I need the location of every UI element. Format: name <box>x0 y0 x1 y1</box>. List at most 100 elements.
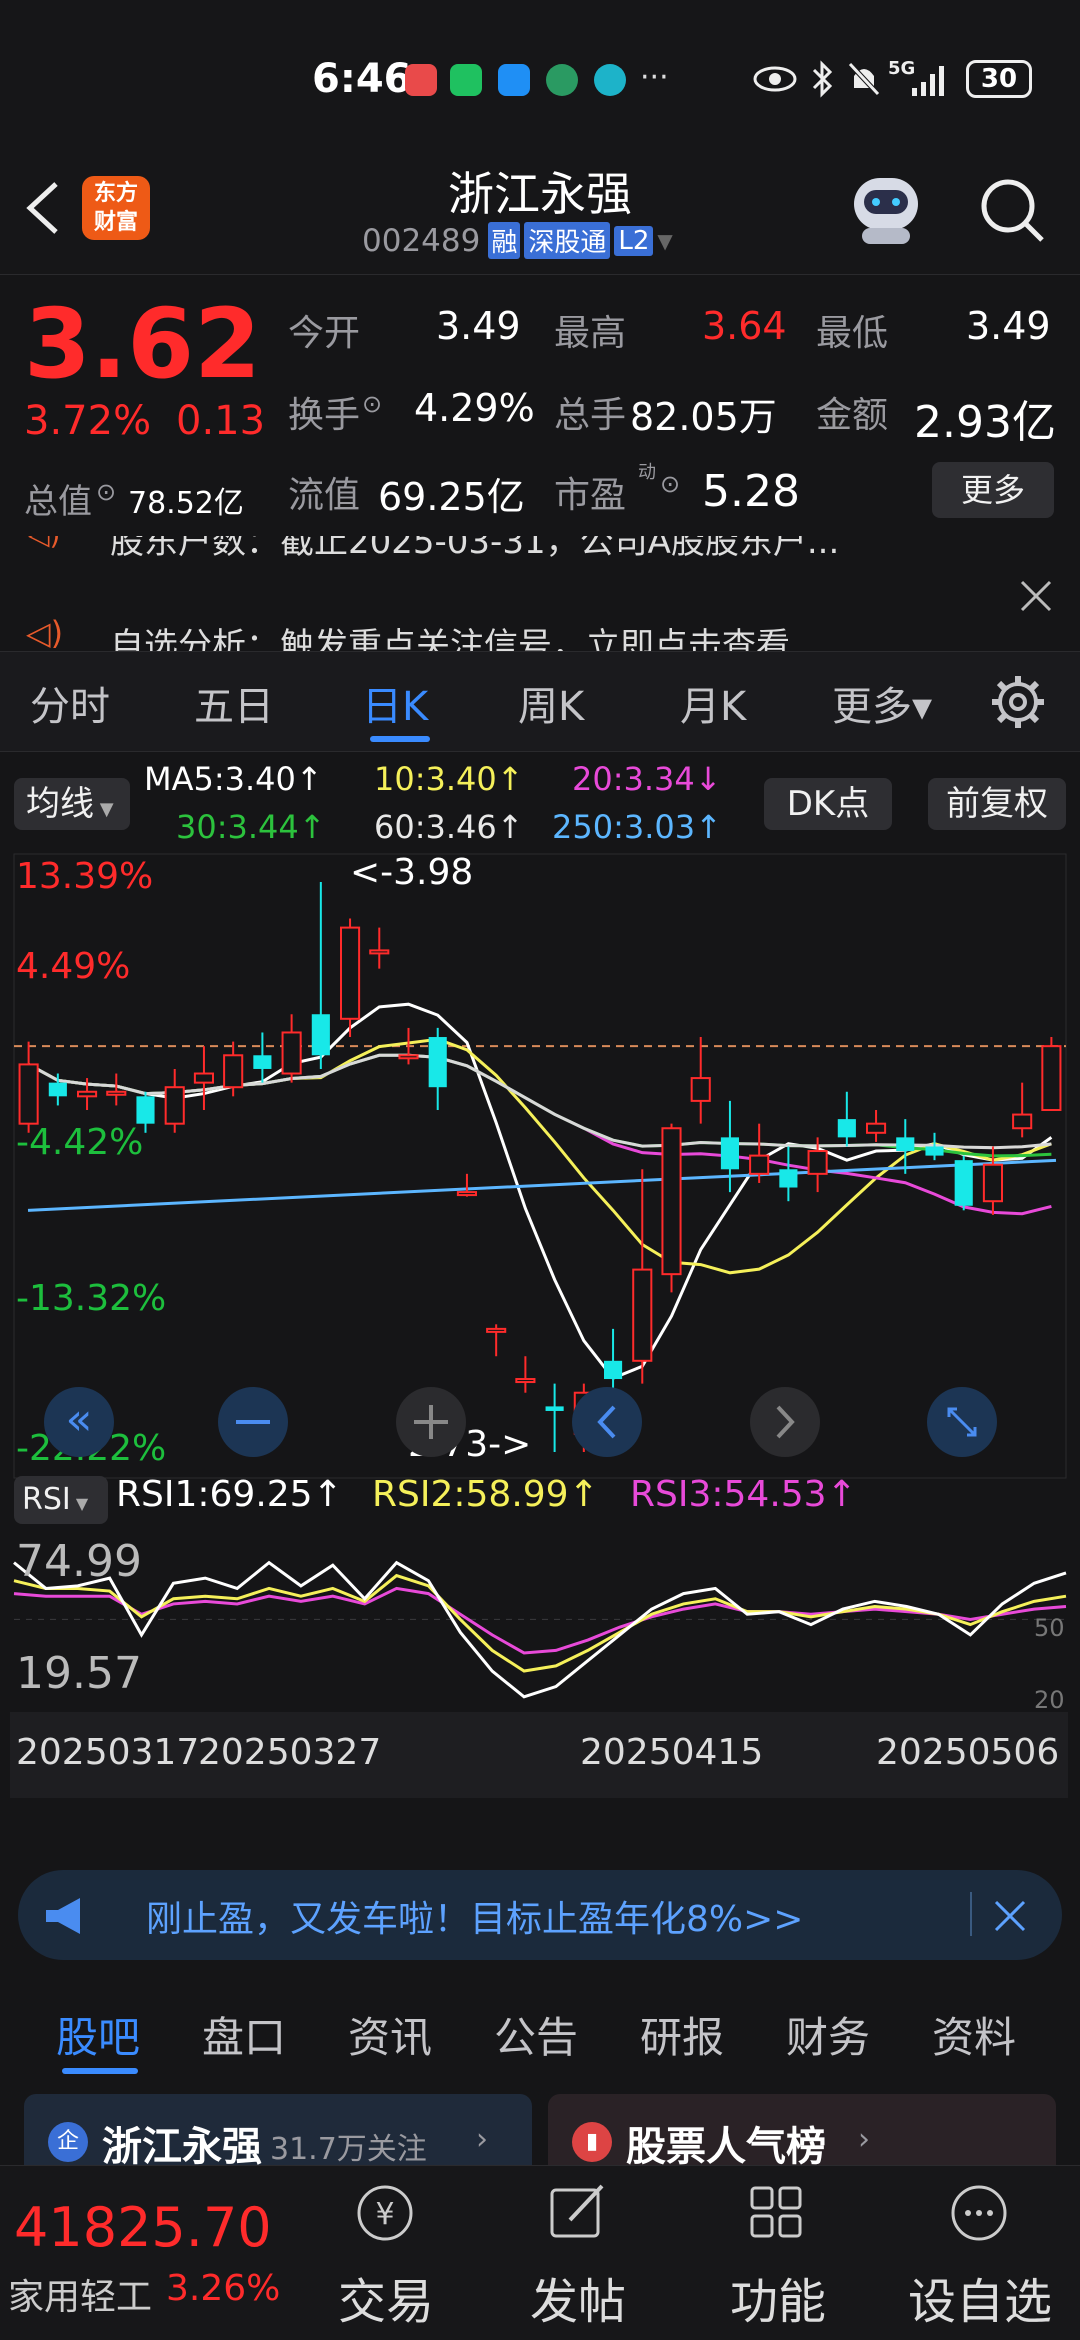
rsi-right-50: 50 <box>1034 1614 1065 1642</box>
svg-text:¥: ¥ <box>375 2197 394 2232</box>
close-icon[interactable] <box>1018 578 1054 614</box>
candle-body <box>837 1119 856 1138</box>
y-label-4: -13.32% <box>16 1278 167 1319</box>
amount-value: 2.93亿 <box>914 397 1056 448</box>
fullscreen-icon[interactable] <box>927 1387 997 1457</box>
rsi2-label: RSI2:58.99↑ <box>372 1474 599 1515</box>
rsi-chart[interactable] <box>0 1534 1080 1709</box>
index-value[interactable]: 41825.70 <box>14 2196 272 2259</box>
zoom-out-icon[interactable] <box>218 1387 288 1457</box>
quote-panel: 3.62 3.72% 0.13 总值 ⊙ 78.52亿 今开 3.49 最高 3… <box>0 276 1080 536</box>
pe-dynamic-marker: 动 <box>638 462 656 483</box>
rsi1-line <box>13 1560 1067 1699</box>
search-icon[interactable] <box>978 176 1048 246</box>
zoom-in-icon[interactable] <box>396 1387 466 1457</box>
candle-body <box>223 1054 244 1089</box>
more-button[interactable]: 更多 <box>932 462 1054 518</box>
tab-five-day[interactable]: 五日 <box>194 674 274 732</box>
candle-body <box>456 1191 478 1197</box>
tab-research[interactable]: 研报 <box>640 2004 724 2065</box>
candle-body <box>865 1122 887 1134</box>
ma-selector-label: 均线 <box>26 784 94 824</box>
stock-code: 002489 <box>362 222 481 259</box>
chevron-right-icon: › <box>858 2122 870 2157</box>
candle-body <box>1012 1113 1033 1130</box>
x-label-2: 20250327 <box>198 1732 382 1773</box>
robot-assistant-icon[interactable] <box>846 170 926 248</box>
promo-cards: 企 浙江永强 31.7万关注 › ▮ 股票人气榜 › <box>0 2080 1080 2184</box>
rsi1-label: RSI1:69.25↑ <box>116 1474 343 1515</box>
tab-news[interactable]: 资讯 <box>348 2004 432 2065</box>
rewind-icon[interactable]: « <box>44 1387 114 1457</box>
trade-label: 交易 <box>337 2274 434 2330</box>
add-watchlist-label: 设自选 <box>907 2274 1052 2330</box>
low-value: 3.49 <box>966 304 1051 348</box>
notice-text-2[interactable]: 自选分析：触发重点关注信号，立即点击查看 <box>110 618 790 651</box>
stock-code-row: 002489 融 深股通 L2 ▼ <box>362 222 673 259</box>
post-button[interactable]: 发帖 <box>518 2178 638 2338</box>
dropdown-icon[interactable]: ▼ <box>657 229 672 253</box>
function-label: 功能 <box>729 2274 826 2330</box>
tab-daily-k[interactable]: 日K <box>362 674 428 732</box>
tab-order-book[interactable]: 盘口 <box>202 2004 286 2065</box>
close-banner-icon[interactable] <box>992 1898 1028 1934</box>
tab-more[interactable]: 更多▾ <box>832 674 932 732</box>
candle-body <box>253 1055 272 1069</box>
info-icon[interactable]: ⊙ <box>96 478 116 506</box>
tab-profile[interactable]: 资料 <box>932 2004 1016 2065</box>
candle-body <box>339 926 361 1020</box>
add-watchlist-button[interactable]: 设自选 <box>900 2178 1060 2338</box>
candle-body <box>515 1378 536 1384</box>
candle-body <box>48 1082 67 1097</box>
candle-body <box>76 1090 98 1098</box>
rsi3-label: RSI3:54.53↑ <box>630 1474 857 1515</box>
ma60-label: 60:3.46↑ <box>374 808 524 846</box>
candle-body <box>690 1077 711 1102</box>
step-left-icon[interactable] <box>572 1387 642 1457</box>
function-button[interactable]: 功能 <box>718 2178 838 2338</box>
enterprise-icon: 企 <box>48 2122 88 2162</box>
ma250-label: 250:3.03↑ <box>552 808 722 846</box>
step-right-icon[interactable] <box>750 1387 820 1457</box>
promo-text[interactable]: 刚止盈，又发车啦！目标止盈年化8%>> <box>146 1890 803 1942</box>
ma5-label: MA5:3.40↑ <box>144 760 323 798</box>
candle-body <box>18 1063 39 1125</box>
ma20-label: 20:3.34↓ <box>572 760 722 798</box>
info-tabs: 股吧 盘口 资讯 公告 研报 财务 资料 <box>0 1978 1080 2078</box>
megaphone-icon <box>46 1898 80 1934</box>
adjust-button[interactable]: 前复权 <box>928 778 1066 830</box>
amount-label: 金额 <box>816 395 889 436</box>
tab-announcements[interactable]: 公告 <box>494 2004 578 2065</box>
tab-weekly-k[interactable]: 周K <box>518 674 584 732</box>
chart-period-tabs: 分时 五日 日K 周K 月K 更多▾ <box>0 652 1080 752</box>
tab-intraday[interactable]: 分时 <box>30 674 110 732</box>
candle-body <box>106 1090 127 1096</box>
pe-label: 市盈 <box>554 475 627 516</box>
ma-selector-button[interactable]: 均线 ▼ <box>14 778 130 830</box>
settings-gear-icon[interactable] <box>990 674 1046 730</box>
candle-body <box>807 1150 828 1175</box>
dk-point-button[interactable]: DK点 <box>764 778 892 830</box>
promo-banner[interactable]: 刚止盈，又发车啦！目标止盈年化8%>> <box>18 1870 1062 1960</box>
volume-value: 82.05万 <box>630 395 777 439</box>
rsi-right-20: 20 <box>1034 1686 1065 1714</box>
trade-button[interactable]: ¥ 交易 <box>326 2178 446 2338</box>
tab-guba[interactable]: 股吧 <box>56 2004 140 2065</box>
rsi-selector-button[interactable]: RSI ▼ <box>14 1476 108 1524</box>
notice-text-1[interactable]: 股东户数：截止2025-03-31，公司A股股东户... <box>110 536 839 563</box>
rsi-selector-label: RSI <box>22 1482 71 1517</box>
status-time: 6:46 <box>312 56 412 102</box>
y-label-2: 4.49% <box>16 946 131 987</box>
more-dots-icon <box>951 2185 1007 2241</box>
x-label-3: 20250415 <box>580 1732 764 1773</box>
high-label: 最高 <box>554 313 627 354</box>
rsi2-line <box>13 1573 1067 1673</box>
open-label: 今开 <box>288 313 361 354</box>
info-icon[interactable]: ⊙ <box>660 470 680 498</box>
info-icon[interactable]: ⊙ <box>362 390 382 418</box>
candle-body <box>164 1086 185 1125</box>
tab-finance[interactable]: 财务 <box>786 2004 870 2065</box>
tab-monthly-k[interactable]: 月K <box>680 674 746 732</box>
card-rank-title: 股票人气榜 <box>626 2124 826 2170</box>
candlestick-chart[interactable] <box>0 852 1080 1482</box>
